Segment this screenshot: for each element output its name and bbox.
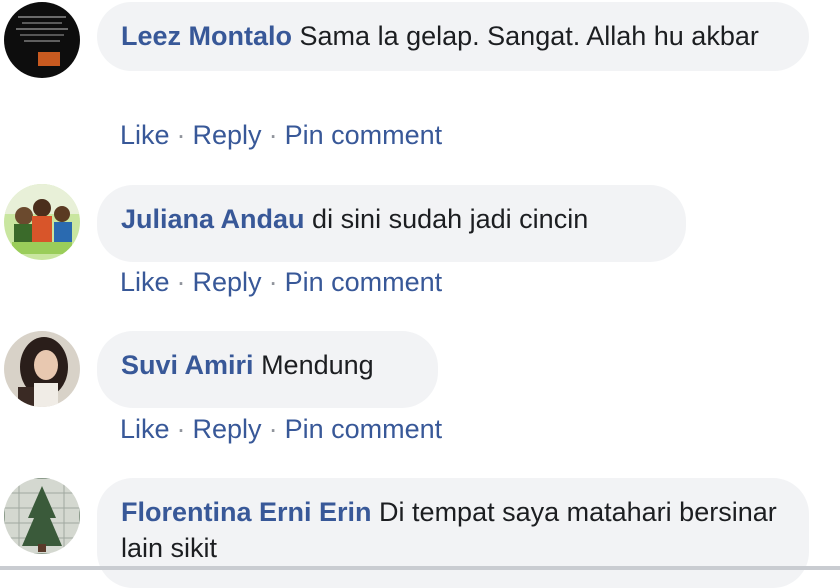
avatar[interactable] bbox=[4, 2, 80, 78]
profile-photo-icon bbox=[4, 478, 80, 554]
separator-dot: · bbox=[268, 414, 278, 444]
comment-actions: Like · Reply · Pin comment bbox=[120, 413, 442, 445]
like-link[interactable]: Like bbox=[120, 267, 170, 297]
comment-author-link[interactable]: Juliana Andau bbox=[121, 204, 305, 234]
separator-dot: · bbox=[176, 120, 186, 150]
pin-comment-link[interactable]: Pin comment bbox=[285, 267, 443, 297]
comment-text: Mendung bbox=[261, 350, 374, 380]
profile-photo-icon bbox=[4, 331, 80, 407]
comment-text: Sama la gelap. Sangat. Allah hu akbar bbox=[299, 21, 759, 51]
comment-bubble: Suvi Amiri Mendung bbox=[97, 331, 438, 408]
comment-text: di sini sudah jadi cincin bbox=[312, 204, 589, 234]
comment-bubble: Florentina Erni Erin Di tempat saya mata… bbox=[97, 478, 809, 588]
reply-link[interactable]: Reply bbox=[193, 267, 262, 297]
like-link[interactable]: Like bbox=[120, 414, 170, 444]
like-link[interactable]: Like bbox=[120, 120, 170, 150]
avatar[interactable] bbox=[4, 331, 80, 407]
pin-comment-link[interactable]: Pin comment bbox=[285, 120, 443, 150]
avatar[interactable] bbox=[4, 184, 80, 260]
scroll-edge bbox=[0, 566, 840, 570]
comment-bubble: Leez Montalo Sama la gelap. Sangat. Alla… bbox=[97, 2, 809, 71]
separator-dot: · bbox=[176, 267, 186, 297]
separator-dot: · bbox=[176, 414, 186, 444]
avatar[interactable] bbox=[4, 478, 80, 554]
comment-author-link[interactable]: Suvi Amiri bbox=[121, 350, 254, 380]
profile-photo-icon bbox=[4, 184, 80, 260]
comment-actions: Like · Reply · Pin comment bbox=[120, 119, 442, 151]
comment-actions: Like · Reply · Pin comment bbox=[120, 266, 442, 298]
separator-dot: · bbox=[268, 120, 278, 150]
comment-bubble: Juliana Andau di sini sudah jadi cincin bbox=[97, 185, 686, 262]
comment-author-link[interactable]: Leez Montalo bbox=[121, 21, 292, 51]
reply-link[interactable]: Reply bbox=[193, 120, 262, 150]
comment-author-link[interactable]: Florentina Erni Erin bbox=[121, 497, 372, 527]
pin-comment-link[interactable]: Pin comment bbox=[285, 414, 443, 444]
reply-link[interactable]: Reply bbox=[193, 414, 262, 444]
profile-photo-icon bbox=[4, 2, 80, 78]
separator-dot: · bbox=[268, 267, 278, 297]
